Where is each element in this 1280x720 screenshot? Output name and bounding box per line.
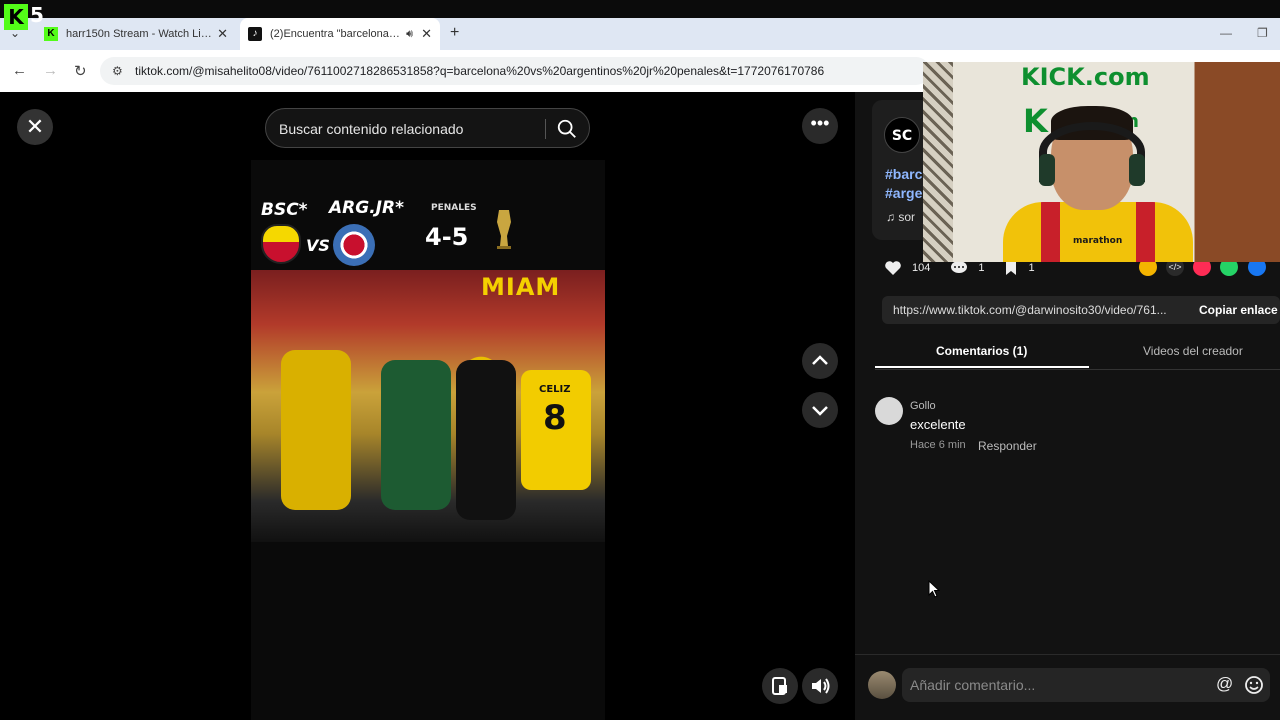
window-grill (923, 62, 953, 262)
comment-text: excelente (910, 417, 966, 432)
barcelona-crest (261, 224, 301, 264)
player-figure (381, 360, 451, 510)
heart-icon (885, 261, 901, 275)
site-info-icon[interactable]: ⚙ (112, 64, 123, 78)
close-tab-icon[interactable]: ✕ (421, 26, 432, 42)
hashtag-link[interactable]: #arge (885, 185, 922, 201)
new-tab-icon[interactable]: + (450, 24, 459, 42)
chevron-up-icon (812, 355, 828, 365)
url-text[interactable]: tiktok.com/@misahelito08/video/761100271… (135, 64, 824, 78)
mouse-cursor-icon (928, 580, 940, 598)
streamer-webcam: KICK.com K son marathon (923, 62, 1280, 262)
reply-button[interactable]: Responder (978, 439, 1037, 453)
comment-field[interactable]: Añadir comentario... @ (902, 668, 1270, 702)
tab-title: (2)Encuentra "barcelona vs a (270, 28, 401, 40)
close-tab-icon[interactable]: ✕ (217, 26, 228, 42)
title-strip (0, 0, 1280, 18)
tab-kick-stream[interactable]: K harr150n Stream - Watch Live o ✕ (36, 18, 236, 50)
wall-sign: KICK.com (1021, 63, 1150, 91)
reload-icon[interactable]: ↻ (74, 62, 87, 80)
headset-earcup (1129, 154, 1145, 186)
volume-button[interactable] (802, 668, 838, 704)
penalties-label: PENALES (431, 203, 477, 213)
search-icon[interactable] (556, 118, 578, 140)
emoji-icon[interactable] (1244, 675, 1264, 695)
tab-title: harr150n Stream - Watch Live o (66, 28, 218, 40)
floating-player-button[interactable] (762, 668, 798, 704)
share-link-box: https://www.tiktok.com/@darwinosito30/vi… (882, 296, 1280, 324)
avatar (868, 671, 896, 699)
argentinos-crest (333, 224, 375, 266)
copy-link-button[interactable]: Copiar enlace (1199, 303, 1278, 317)
trophy-icon (497, 210, 511, 249)
headset-earcup (1039, 154, 1055, 186)
previous-video-button[interactable] (802, 343, 838, 379)
comment-count: 1 (978, 262, 985, 274)
bookmark-icon (1006, 261, 1017, 275)
streamer-shirt (1003, 202, 1193, 262)
jersey-number: 8 (543, 398, 567, 438)
forward-icon[interactable]: → (43, 62, 58, 79)
jersey-name: CELIZ (539, 384, 571, 395)
player-figure (456, 360, 516, 520)
creator-avatar[interactable]: SC (884, 117, 920, 153)
sound-link[interactable]: ♫ sor (886, 210, 915, 224)
kick-icon: K (44, 27, 58, 41)
tab-creator-videos[interactable]: Videos del creador (1143, 344, 1243, 358)
more-icon: ••• (810, 113, 830, 133)
search-input[interactable]: Buscar contenido relacionado (279, 121, 463, 137)
stadium-banner: MIAM (481, 273, 561, 301)
team-home-label: BSC* (261, 200, 308, 220)
more-options-button[interactable]: ••• (802, 108, 838, 144)
back-icon[interactable]: ← (12, 62, 27, 79)
save-button[interactable]: 1 (1004, 260, 1035, 276)
comment-button[interactable]: 1 (950, 260, 984, 276)
active-tab-indicator (875, 366, 1089, 368)
comment-username[interactable]: Gollo (910, 400, 936, 412)
player-figure (281, 350, 351, 510)
volume-icon (812, 678, 830, 694)
floating-player-icon (772, 677, 787, 695)
shirt-brand: marathon (1073, 236, 1123, 246)
comment-icon (951, 261, 968, 273)
hashtag-link[interactable]: #barc (885, 166, 922, 182)
team-away-label: ARG.JR* (329, 198, 404, 218)
next-video-button[interactable] (802, 392, 838, 428)
save-count: 1 (1028, 262, 1035, 274)
mention-icon[interactable]: @ (1216, 674, 1233, 694)
scoreboard-graphic: BSC* ARG.JR* VS PENALES 4-5 (251, 180, 605, 270)
tab-tiktok[interactable]: ♪ (2)Encuentra "barcelona vs a 🔊︎ ✕ (240, 18, 440, 50)
like-button[interactable]: 104 (884, 260, 930, 276)
chevron-down-icon (812, 406, 828, 416)
screen: K 5 ⌄ K harr150n Stream - Watch Live o ✕… (0, 0, 1280, 720)
wall-sign-logo: K (1023, 102, 1048, 140)
sound-title: sor (898, 210, 916, 224)
music-note-icon: ♫ (886, 210, 899, 224)
tab-audio-icon[interactable]: 🔊︎ (406, 28, 413, 41)
minimize-icon[interactable]: — (1220, 26, 1232, 40)
comment-timestamp: Hace 6 min (910, 439, 966, 451)
like-count: 104 (912, 262, 931, 274)
tab-comments[interactable]: Comentarios (1) (936, 344, 1027, 358)
close-video-button[interactable]: ✕ (17, 109, 53, 145)
related-search-bar[interactable]: Buscar contenido relacionado (265, 108, 590, 148)
close-icon: ✕ (25, 114, 45, 139)
panel-tabs: Comentarios (1) Videos del creador (875, 340, 1280, 370)
player-jersey: CELIZ 8 (521, 370, 591, 490)
tab-search-chevron-icon[interactable]: ⌄ (10, 26, 20, 40)
avatar[interactable] (875, 397, 903, 425)
video-frame: MIAM CELIZ 8 (251, 270, 605, 542)
penalties-score: 4-5 (425, 223, 469, 251)
share-link-text[interactable]: https://www.tiktok.com/@darwinosito30/vi… (893, 303, 1167, 317)
comment-input[interactable]: Añadir comentario... (910, 677, 1035, 693)
vs-label: VS (306, 236, 330, 255)
tiktok-icon: ♪ (248, 27, 262, 41)
search-divider (545, 119, 546, 139)
maximize-icon[interactable]: ❐ (1257, 26, 1268, 40)
